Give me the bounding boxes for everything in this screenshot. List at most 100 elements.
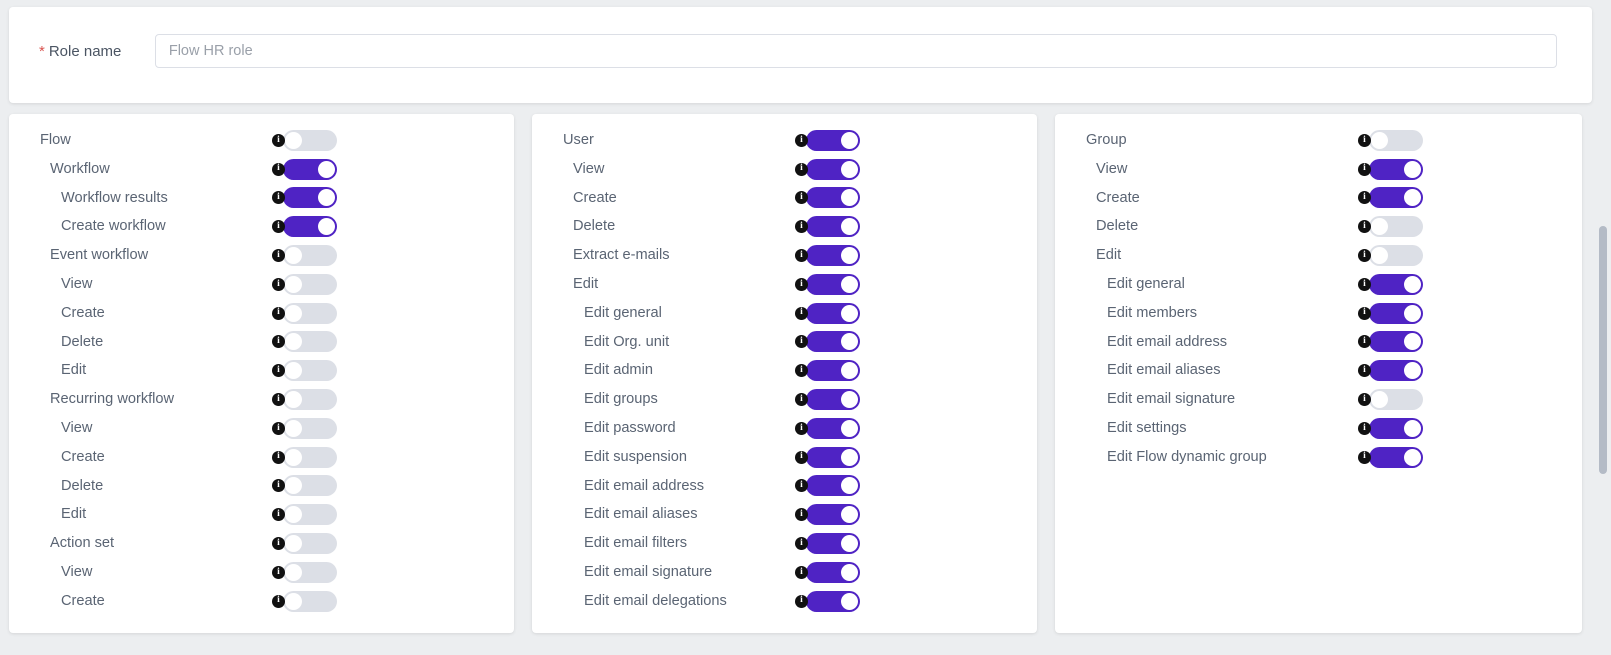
info-icon[interactable] — [272, 220, 285, 234]
info-icon[interactable] — [1358, 191, 1371, 205]
permission-toggle[interactable] — [283, 360, 337, 382]
permission-toggle[interactable] — [806, 417, 860, 439]
toggle-knob — [285, 304, 302, 322]
permission-toggle[interactable] — [283, 475, 337, 497]
permission-toggle[interactable] — [806, 533, 860, 555]
info-icon[interactable] — [1358, 277, 1371, 291]
permission-toggle[interactable] — [806, 158, 860, 180]
permission-toggle[interactable] — [806, 504, 860, 526]
info-icon[interactable] — [272, 133, 285, 147]
info-icon[interactable] — [272, 565, 285, 579]
info-icon[interactable] — [795, 565, 808, 579]
permission-toggle[interactable] — [283, 273, 337, 295]
info-icon[interactable] — [1358, 393, 1371, 407]
info-icon[interactable] — [1358, 450, 1371, 464]
permission-toggle[interactable] — [283, 561, 337, 583]
permission-control — [795, 245, 860, 267]
info-icon[interactable] — [795, 508, 808, 522]
permission-toggle[interactable] — [806, 360, 860, 382]
info-icon[interactable] — [272, 191, 285, 205]
permission-toggle[interactable] — [283, 504, 337, 526]
info-icon[interactable] — [272, 450, 285, 464]
info-icon[interactable] — [1358, 220, 1371, 234]
permission-toggle[interactable] — [806, 331, 860, 353]
info-icon[interactable] — [795, 133, 808, 147]
info-icon[interactable] — [272, 393, 285, 407]
info-icon[interactable] — [795, 162, 808, 176]
permission-toggle[interactable] — [283, 446, 337, 468]
permission-toggle[interactable] — [283, 158, 337, 180]
info-icon[interactable] — [1358, 306, 1371, 320]
info-icon[interactable] — [795, 479, 808, 493]
info-icon[interactable] — [272, 364, 285, 378]
permission-toggle[interactable] — [283, 245, 337, 267]
permission-toggle[interactable] — [806, 216, 860, 238]
permission-toggle[interactable] — [283, 417, 337, 439]
permission-toggle[interactable] — [283, 533, 337, 555]
info-icon[interactable] — [795, 191, 808, 205]
permission-toggle[interactable] — [1369, 446, 1423, 468]
info-icon[interactable] — [795, 537, 808, 551]
info-icon[interactable] — [272, 162, 285, 176]
permission-row: Edit — [1055, 241, 1582, 270]
permission-toggle[interactable] — [1369, 129, 1423, 151]
info-icon[interactable] — [272, 537, 285, 551]
info-icon[interactable] — [795, 393, 808, 407]
info-icon[interactable] — [795, 450, 808, 464]
permission-toggle[interactable] — [1369, 187, 1423, 209]
permission-toggle[interactable] — [1369, 302, 1423, 324]
permission-toggle[interactable] — [1369, 216, 1423, 238]
info-icon[interactable] — [795, 277, 808, 291]
info-icon[interactable] — [272, 508, 285, 522]
info-icon[interactable] — [795, 220, 808, 234]
info-icon[interactable] — [795, 249, 808, 263]
info-icon[interactable] — [1358, 335, 1371, 349]
permission-toggle[interactable] — [1369, 331, 1423, 353]
info-icon[interactable] — [795, 364, 808, 378]
permission-toggle[interactable] — [1369, 245, 1423, 267]
permission-toggle[interactable] — [283, 590, 337, 612]
permission-toggle[interactable] — [1369, 389, 1423, 411]
permission-toggle[interactable] — [283, 302, 337, 324]
page-scrollbar-thumb[interactable] — [1599, 226, 1607, 474]
permission-toggle[interactable] — [283, 389, 337, 411]
permission-toggle[interactable] — [806, 389, 860, 411]
info-icon[interactable] — [1358, 364, 1371, 378]
permission-toggle[interactable] — [806, 561, 860, 583]
permission-toggle[interactable] — [283, 187, 337, 209]
role-name-input[interactable] — [154, 34, 1557, 68]
info-icon[interactable] — [272, 479, 285, 493]
permission-toggle[interactable] — [1369, 417, 1423, 439]
permission-toggle[interactable] — [1369, 360, 1423, 382]
page-scrollbar-track[interactable] — [1599, 113, 1609, 655]
permission-toggle[interactable] — [283, 129, 337, 151]
permission-toggle[interactable] — [283, 331, 337, 353]
info-icon[interactable] — [1358, 249, 1371, 263]
info-icon[interactable] — [272, 421, 285, 435]
permission-toggle[interactable] — [806, 475, 860, 497]
info-icon[interactable] — [795, 306, 808, 320]
info-icon[interactable] — [795, 421, 808, 435]
permission-toggle[interactable] — [1369, 158, 1423, 180]
info-icon[interactable] — [272, 594, 285, 608]
permission-toggle[interactable] — [283, 216, 337, 238]
permission-control — [1358, 302, 1423, 324]
info-icon[interactable] — [795, 335, 808, 349]
permission-row: View — [532, 155, 1037, 184]
permission-toggle[interactable] — [806, 245, 860, 267]
info-icon[interactable] — [1358, 421, 1371, 435]
permission-toggle[interactable] — [806, 590, 860, 612]
info-icon[interactable] — [1358, 162, 1371, 176]
permission-toggle[interactable] — [1369, 273, 1423, 295]
permission-toggle[interactable] — [806, 446, 860, 468]
permission-toggle[interactable] — [806, 273, 860, 295]
permission-toggle[interactable] — [806, 187, 860, 209]
permission-toggle[interactable] — [806, 302, 860, 324]
info-icon[interactable] — [272, 249, 285, 263]
info-icon[interactable] — [272, 306, 285, 320]
permission-toggle[interactable] — [806, 129, 860, 151]
info-icon[interactable] — [272, 277, 285, 291]
info-icon[interactable] — [272, 335, 285, 349]
info-icon[interactable] — [795, 594, 808, 608]
info-icon[interactable] — [1358, 133, 1371, 147]
